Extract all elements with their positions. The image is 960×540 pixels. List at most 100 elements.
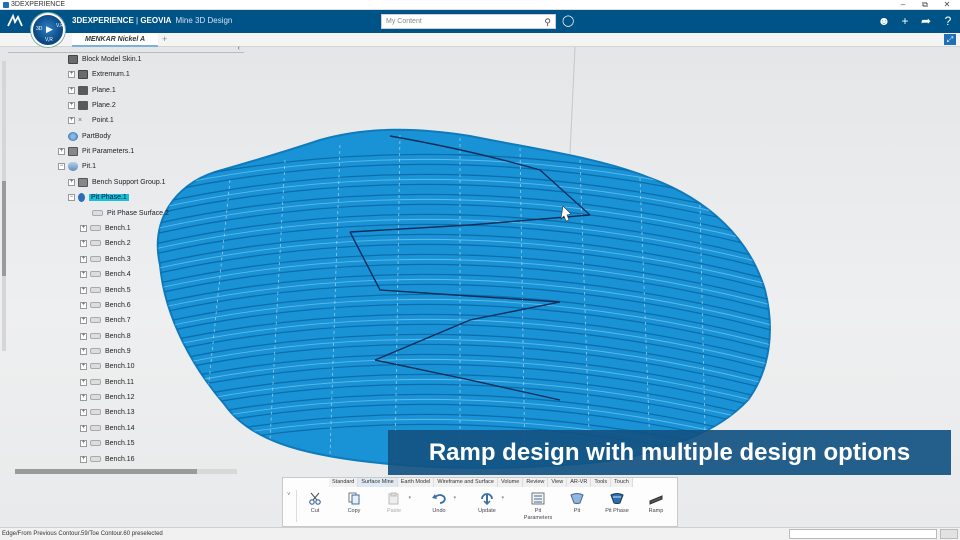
- expand-icon[interactable]: +: [68, 116, 75, 124]
- expand-icon[interactable]: +: [80, 347, 87, 355]
- compass-widget[interactable]: 3D V.R ▶ V,R: [31, 13, 65, 47]
- tree-node-bench-5[interactable]: + Bench.5: [80, 285, 131, 297]
- tree-node-bench-2[interactable]: + Bench.2: [80, 238, 131, 250]
- tree-node-bench-16[interactable]: + Bench.16: [80, 454, 135, 466]
- collapse-icon[interactable]: −: [68, 193, 75, 201]
- ds-logo-icon[interactable]: [6, 13, 24, 30]
- tree-node-bench-15[interactable]: + Bench.15: [80, 438, 135, 450]
- action-bar: Standard Surface Mine Earth Model Wirefr…: [282, 477, 678, 527]
- tree-node-bench-13[interactable]: + Bench.13: [80, 407, 135, 419]
- expand-icon[interactable]: +: [80, 362, 87, 370]
- expand-icon[interactable]: +: [80, 439, 87, 447]
- add-tab-button[interactable]: +: [162, 33, 167, 46]
- tree-node-bench-3[interactable]: + Bench.3: [80, 254, 131, 266]
- command-input-button[interactable]: [940, 529, 958, 539]
- paste-button[interactable]: Paste ▾: [376, 492, 412, 515]
- expand-icon[interactable]: +: [80, 332, 87, 340]
- cut-button[interactable]: Cut: [297, 492, 333, 515]
- help-icon[interactable]: ?: [940, 13, 956, 29]
- tree-vertical-scrollbar[interactable]: [2, 61, 6, 351]
- restore-button[interactable]: ⧉: [918, 0, 932, 10]
- collapse-icon[interactable]: −: [58, 162, 65, 170]
- tree-node-pit-parameters[interactable]: + Pit Parameters.1: [58, 146, 134, 158]
- tree-node-extremum[interactable]: + Extremum.1: [68, 69, 130, 81]
- search-input[interactable]: My Content ⚲: [381, 14, 556, 29]
- play-icon[interactable]: ▶: [46, 24, 53, 35]
- tree-node-pit-1[interactable]: − Pit.1: [58, 161, 96, 173]
- close-button[interactable]: ✕: [940, 0, 954, 10]
- expand-icon[interactable]: +: [80, 255, 87, 263]
- tree-node-bench-11[interactable]: + Bench.11: [80, 377, 134, 389]
- tab-volume[interactable]: Volume: [497, 478, 524, 487]
- pit-parameters-button[interactable]: Pit Parameters: [520, 492, 556, 522]
- dropdown-icon[interactable]: ▾: [501, 495, 504, 502]
- tree-node-bench-7[interactable]: + Bench.7: [80, 315, 131, 327]
- expand-icon[interactable]: +: [80, 393, 87, 401]
- minimize-button[interactable]: –: [896, 0, 910, 10]
- user-profile-icon[interactable]: ☻: [876, 13, 892, 29]
- add-icon[interactable]: +: [897, 13, 913, 29]
- expand-icon[interactable]: +: [80, 224, 87, 232]
- dropdown-icon[interactable]: ▾: [408, 495, 411, 502]
- expand-icon[interactable]: +: [80, 239, 87, 247]
- expand-icon[interactable]: +: [68, 178, 75, 186]
- tree-node-point-1[interactable]: + × Point.1: [68, 115, 114, 127]
- tab-review[interactable]: Review: [523, 478, 549, 487]
- fullscreen-icon[interactable]: ⤢: [944, 34, 956, 45]
- tree-node-bench-4[interactable]: + Bench.4: [80, 269, 131, 281]
- tree-node-bench-8[interactable]: + Bench.8: [80, 331, 131, 343]
- tab-view[interactable]: View: [548, 478, 568, 487]
- ramp-button[interactable]: Ramp: [638, 492, 674, 515]
- expand-icon[interactable]: +: [80, 301, 87, 309]
- tab-standard[interactable]: Standard: [329, 478, 359, 487]
- tab-tools[interactable]: Tools: [591, 478, 612, 487]
- bench-icon: [90, 379, 101, 386]
- tree-node-pit-phase-1[interactable]: − Pit Phase.1: [68, 192, 129, 204]
- update-button[interactable]: Update ▾: [469, 492, 505, 515]
- expand-icon[interactable]: +: [68, 101, 75, 109]
- expand-icon[interactable]: +: [80, 378, 87, 386]
- tree-node-bench-10[interactable]: + Bench.10: [80, 361, 135, 373]
- tab-earth-model[interactable]: Earth Model: [397, 478, 435, 487]
- tree-node-bench-6[interactable]: + Bench.6: [80, 300, 131, 312]
- expand-icon[interactable]: +: [80, 286, 87, 294]
- pit-phase-button[interactable]: Pit Phase: [599, 492, 635, 515]
- expand-icon[interactable]: +: [80, 424, 87, 432]
- expand-icon[interactable]: +: [80, 316, 87, 324]
- tab-ar-vr[interactable]: AR-VR: [567, 478, 592, 487]
- tree-node-block-model-skin[interactable]: Block Model Skin.1: [68, 54, 142, 66]
- undo-button[interactable]: Undo ▾: [421, 492, 457, 515]
- action-bar-collapse-icon[interactable]: ˅: [287, 492, 291, 498]
- pit-button[interactable]: Pit: [559, 492, 595, 515]
- tree-node-bench-12[interactable]: + Bench.12: [80, 392, 135, 404]
- tree-vertical-scroll-thumb[interactable]: [2, 181, 6, 276]
- search-icon[interactable]: ⚲: [544, 16, 551, 28]
- tab-wireframe-and-surface[interactable]: Wireframe and Surface: [434, 478, 498, 487]
- tree-horizontal-scrollbar[interactable]: [15, 469, 237, 474]
- copy-button[interactable]: Copy: [336, 492, 372, 515]
- tree-horizontal-scroll-thumb[interactable]: [15, 469, 197, 474]
- tab-touch[interactable]: Touch: [611, 478, 633, 487]
- expand-icon[interactable]: +: [80, 270, 87, 278]
- tree-node-bench-14[interactable]: + Bench.14: [80, 423, 135, 435]
- scroll-left-icon[interactable]: ‹: [238, 45, 240, 52]
- expand-icon[interactable]: +: [80, 455, 87, 463]
- tag-icon[interactable]: ◯: [562, 14, 574, 27]
- expand-icon[interactable]: +: [80, 408, 87, 416]
- tree-node-bench-1[interactable]: + Bench.1: [80, 223, 131, 235]
- tree-node-bench-9[interactable]: + Bench.9: [80, 346, 131, 358]
- tree-node-pit-phase-surface[interactable]: Pit Phase Surface.2: [92, 208, 169, 220]
- tree-node-partbody[interactable]: PartBody: [68, 131, 111, 143]
- expand-icon[interactable]: +: [68, 86, 75, 94]
- expand-icon[interactable]: +: [58, 147, 65, 155]
- tab-menkar-nickel-a[interactable]: MENKAR Nickel A: [72, 33, 158, 47]
- command-input[interactable]: [789, 529, 937, 539]
- tree-top-scrollbar[interactable]: ‹: [8, 45, 244, 53]
- tree-node-plane-2[interactable]: + Plane.2: [68, 100, 116, 112]
- dropdown-icon[interactable]: ▾: [453, 495, 456, 502]
- share-icon[interactable]: ➦: [918, 13, 934, 29]
- tab-surface-mine[interactable]: Surface Mine: [358, 478, 398, 487]
- expand-icon[interactable]: +: [68, 70, 75, 78]
- tree-node-plane-1[interactable]: + Plane.1: [68, 85, 116, 97]
- tree-node-bench-support-group[interactable]: + Bench Support Group.1: [68, 177, 166, 189]
